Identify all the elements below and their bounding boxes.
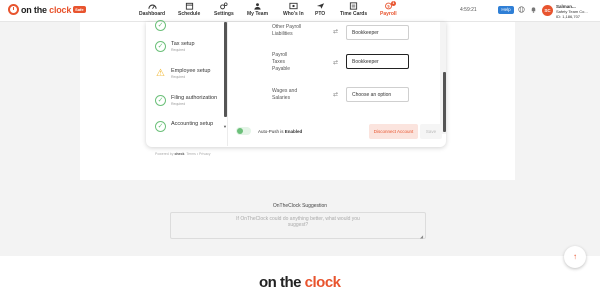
scroll-to-top-button[interactable]: ↑: [564, 246, 586, 268]
step-title: Employee setup: [171, 68, 211, 74]
account-label: Other Payroll Liabilities: [272, 24, 302, 37]
clock-logo-icon: [8, 4, 19, 15]
time-cards-icon: [349, 2, 358, 10]
swap-arrows-icon: ⇄: [333, 92, 339, 98]
current-time: 4:59:21: [460, 7, 477, 13]
setup-steps: ✓ ✓ Tax setup Required ⚠ Employee setup Re…: [146, 20, 228, 146]
step-subtitle: Required: [171, 48, 186, 52]
settings-icon: [220, 2, 228, 10]
bell-icon[interactable]: [530, 6, 537, 13]
nav-settings[interactable]: Settings: [214, 2, 234, 17]
mapping-row: Other Payroll Liabilities: [272, 24, 317, 38]
schedule-icon: [185, 2, 193, 10]
suggestion-textarea[interactable]: If OnTheClock could do anything better, …: [170, 212, 426, 239]
swap-arrows-icon: ⇄: [333, 60, 339, 66]
arrow-up-icon: ↑: [573, 252, 577, 261]
mapping-row: Wages and Salaries: [272, 88, 300, 102]
nav-label: Who's In: [283, 11, 304, 17]
nav-whos-in[interactable]: Who's In: [283, 2, 304, 17]
step-tax-setup[interactable]: ✓ Tax setup Required: [155, 41, 195, 52]
account-label: Wages and Salaries: [272, 88, 298, 101]
nav-label: My Team: [247, 11, 269, 17]
check-circle-icon: ✓: [155, 121, 166, 132]
footer-logo[interactable]: on the clock: [259, 274, 341, 291]
mapping-select[interactable]: Bookkeeper: [346, 25, 409, 40]
mapping-scrollbar[interactable]: [443, 72, 446, 132]
check-circle-icon: ✓: [155, 95, 166, 106]
account-label: Payroll Taxes Payable: [272, 52, 291, 72]
nav-pto[interactable]: PTO: [315, 2, 325, 17]
check-circle-icon: ✓: [155, 41, 166, 52]
check-brand: check: [174, 152, 185, 156]
nav-time-cards[interactable]: Time Cards: [340, 2, 367, 17]
nav-label: Payroll: [380, 11, 397, 17]
logo-the: the: [33, 4, 47, 15]
globe-icon[interactable]: [518, 6, 525, 13]
dashboard-icon: [147, 4, 157, 9]
autopush-toggle[interactable]: [236, 127, 251, 135]
whos-in-icon: [289, 2, 298, 10]
team-icon: [254, 3, 261, 10]
mapping-select[interactable]: Choose an option: [346, 87, 409, 102]
step-item[interactable]: ✓: [155, 20, 171, 31]
step-accounting-setup[interactable]: ✓ Accounting setup: [155, 121, 213, 132]
step-title: Tax setup: [171, 41, 195, 47]
check-circle-icon: ✓: [155, 20, 166, 31]
steps-scrollbar[interactable]: [224, 22, 227, 117]
disconnect-account-button[interactable]: Disconnect Account: [369, 124, 418, 139]
payroll-notification-badge: 1: [390, 1, 396, 6]
user-avatar[interactable]: SC: [542, 5, 553, 16]
user-menu[interactable]: Salman... Safety Team Co... ID: 1,186,70…: [556, 4, 588, 19]
save-button[interactable]: Save: [420, 124, 442, 139]
nav-payroll[interactable]: $ 1 Payroll: [380, 1, 397, 17]
plane-icon: [316, 3, 324, 9]
step-employee-setup[interactable]: ⚠ Employee setup Required: [155, 68, 210, 79]
help-button[interactable]: Help: [498, 6, 514, 14]
nav-schedule[interactable]: Schedule: [178, 2, 200, 17]
mapping-row: Payroll Taxes Payable: [272, 52, 296, 73]
resize-handle-icon[interactable]: ◢: [420, 234, 423, 239]
logo-on: on: [21, 4, 32, 15]
mapping-select[interactable]: Bookkeeper: [346, 54, 409, 69]
autopush-status: Auto-Push is Enabled: [258, 129, 303, 134]
step-filing-authorization[interactable]: ✓ Filing authorization Required: [155, 95, 217, 106]
step-title: Filing authorization: [171, 95, 218, 101]
logo-clock-word: clock: [49, 4, 72, 15]
step-subtitle: Required: [171, 75, 186, 79]
swap-arrows-icon: ⇄: [333, 29, 339, 35]
step-subtitle: Required: [171, 102, 186, 106]
step-title: Accounting setup: [171, 121, 214, 127]
autopush-state: Enabled: [284, 129, 303, 134]
payroll-icon: $ 1: [384, 1, 396, 10]
top-nav: on the clock Safe Dashboard Schedule Set…: [0, 0, 600, 22]
nav-my-team[interactable]: My Team: [247, 2, 268, 17]
user-id: ID: 1,186,707: [556, 14, 581, 19]
suggestion-title: OnTheClock Suggestion: [272, 203, 328, 209]
nav-label: Settings: [214, 11, 234, 17]
powered-by: Powered by check Terms • Privacy: [155, 152, 211, 156]
scroll-down-arrow-icon[interactable]: ▼: [223, 124, 227, 129]
warning-icon: ⚠: [156, 68, 165, 79]
nav-label: Time Cards: [340, 11, 368, 17]
brand-logo[interactable]: on the clock Safe: [8, 4, 86, 15]
nav-dashboard[interactable]: Dashboard: [139, 2, 165, 17]
svg-text:$: $: [387, 3, 390, 8]
nav-label: Schedule: [178, 11, 201, 17]
logo-badge: Safe: [73, 6, 86, 13]
nav-label: PTO: [315, 11, 326, 17]
nav-label: Dashboard: [139, 11, 166, 17]
terms-privacy-links[interactable]: Terms • Privacy: [186, 152, 210, 156]
